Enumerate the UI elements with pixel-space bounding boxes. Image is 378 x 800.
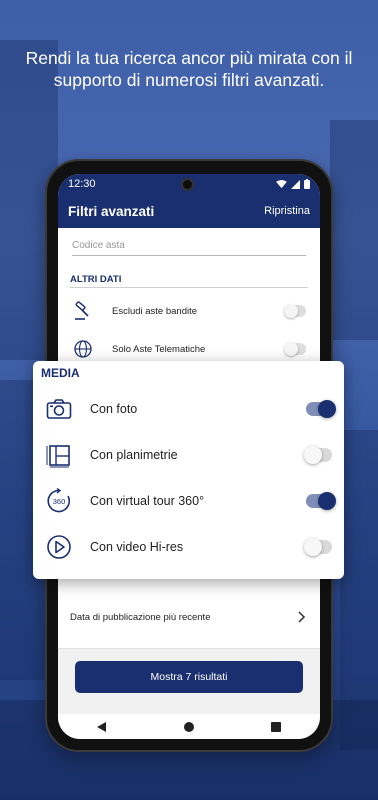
filter-row-con-foto: Con foto	[33, 386, 344, 432]
escludi-aste-bandite-toggle[interactable]	[284, 304, 306, 318]
filter-label: Con video Hi-res	[90, 540, 184, 554]
con-video-toggle[interactable]	[304, 538, 332, 556]
android-nav-bar	[58, 714, 320, 739]
auction-code-input[interactable]: Codice asta	[72, 240, 306, 256]
camera-icon	[45, 395, 73, 423]
svg-text:360: 360	[53, 497, 66, 506]
signal-icon	[291, 179, 300, 189]
status-bar: 12:30	[58, 174, 320, 194]
gavel-icon	[72, 300, 94, 322]
page-title: Filtri avanzati	[68, 203, 155, 219]
camera-cutout	[181, 178, 194, 191]
play-icon	[45, 533, 73, 561]
home-icon[interactable]	[183, 721, 194, 732]
back-icon[interactable]	[96, 721, 107, 732]
filter-label: Escludi aste bandite	[112, 305, 198, 317]
recents-icon[interactable]	[271, 721, 282, 732]
media-filters-card: MEDIA Con foto Con planimetrie 360 Con v…	[33, 361, 344, 579]
globe-icon	[72, 338, 94, 360]
section-title-altri-dati: ALTRI DATI	[70, 274, 308, 288]
wifi-icon	[276, 179, 287, 188]
reset-button[interactable]: Ripristina	[264, 205, 310, 217]
floorplan-icon	[45, 441, 73, 469]
sort-order-label: Data di pubblicazione più recente	[70, 611, 211, 623]
filter-label: Solo Aste Telematiche	[112, 343, 206, 355]
filter-row-escludi-aste-bandite: Escludi aste bandite	[58, 292, 320, 330]
con-planimetrie-toggle[interactable]	[304, 446, 332, 464]
status-time: 12:30	[68, 178, 96, 190]
bottom-action-area: Mostra 7 risultati	[58, 648, 320, 714]
filter-row-con-planimetrie: Con planimetrie	[33, 432, 344, 478]
show-results-button[interactable]: Mostra 7 risultati	[75, 661, 303, 693]
solo-aste-telematiche-toggle[interactable]	[284, 342, 306, 356]
filter-label: Con virtual tour 360°	[90, 494, 205, 508]
filter-row-con-video: Con video Hi-res	[33, 524, 344, 570]
sort-order-row[interactable]: Data di pubblicazione più recente	[58, 602, 320, 632]
filter-row-con-virtual-tour: 360 Con virtual tour 360°	[33, 478, 344, 524]
filter-label: Con planimetrie	[90, 448, 178, 462]
battery-icon	[304, 179, 310, 189]
app-bar: Filtri avanzati Ripristina	[58, 194, 320, 228]
promo-headline: Rendi la tua ricerca ancor più mirata co…	[25, 48, 353, 90]
section-title-media: MEDIA	[41, 366, 80, 380]
filter-label: Con foto	[90, 402, 138, 416]
background-building	[330, 120, 378, 340]
con-foto-toggle[interactable]	[306, 400, 336, 418]
tour-360-icon: 360	[45, 487, 73, 515]
con-virtual-tour-toggle[interactable]	[306, 492, 336, 510]
chevron-right-icon	[298, 611, 306, 623]
